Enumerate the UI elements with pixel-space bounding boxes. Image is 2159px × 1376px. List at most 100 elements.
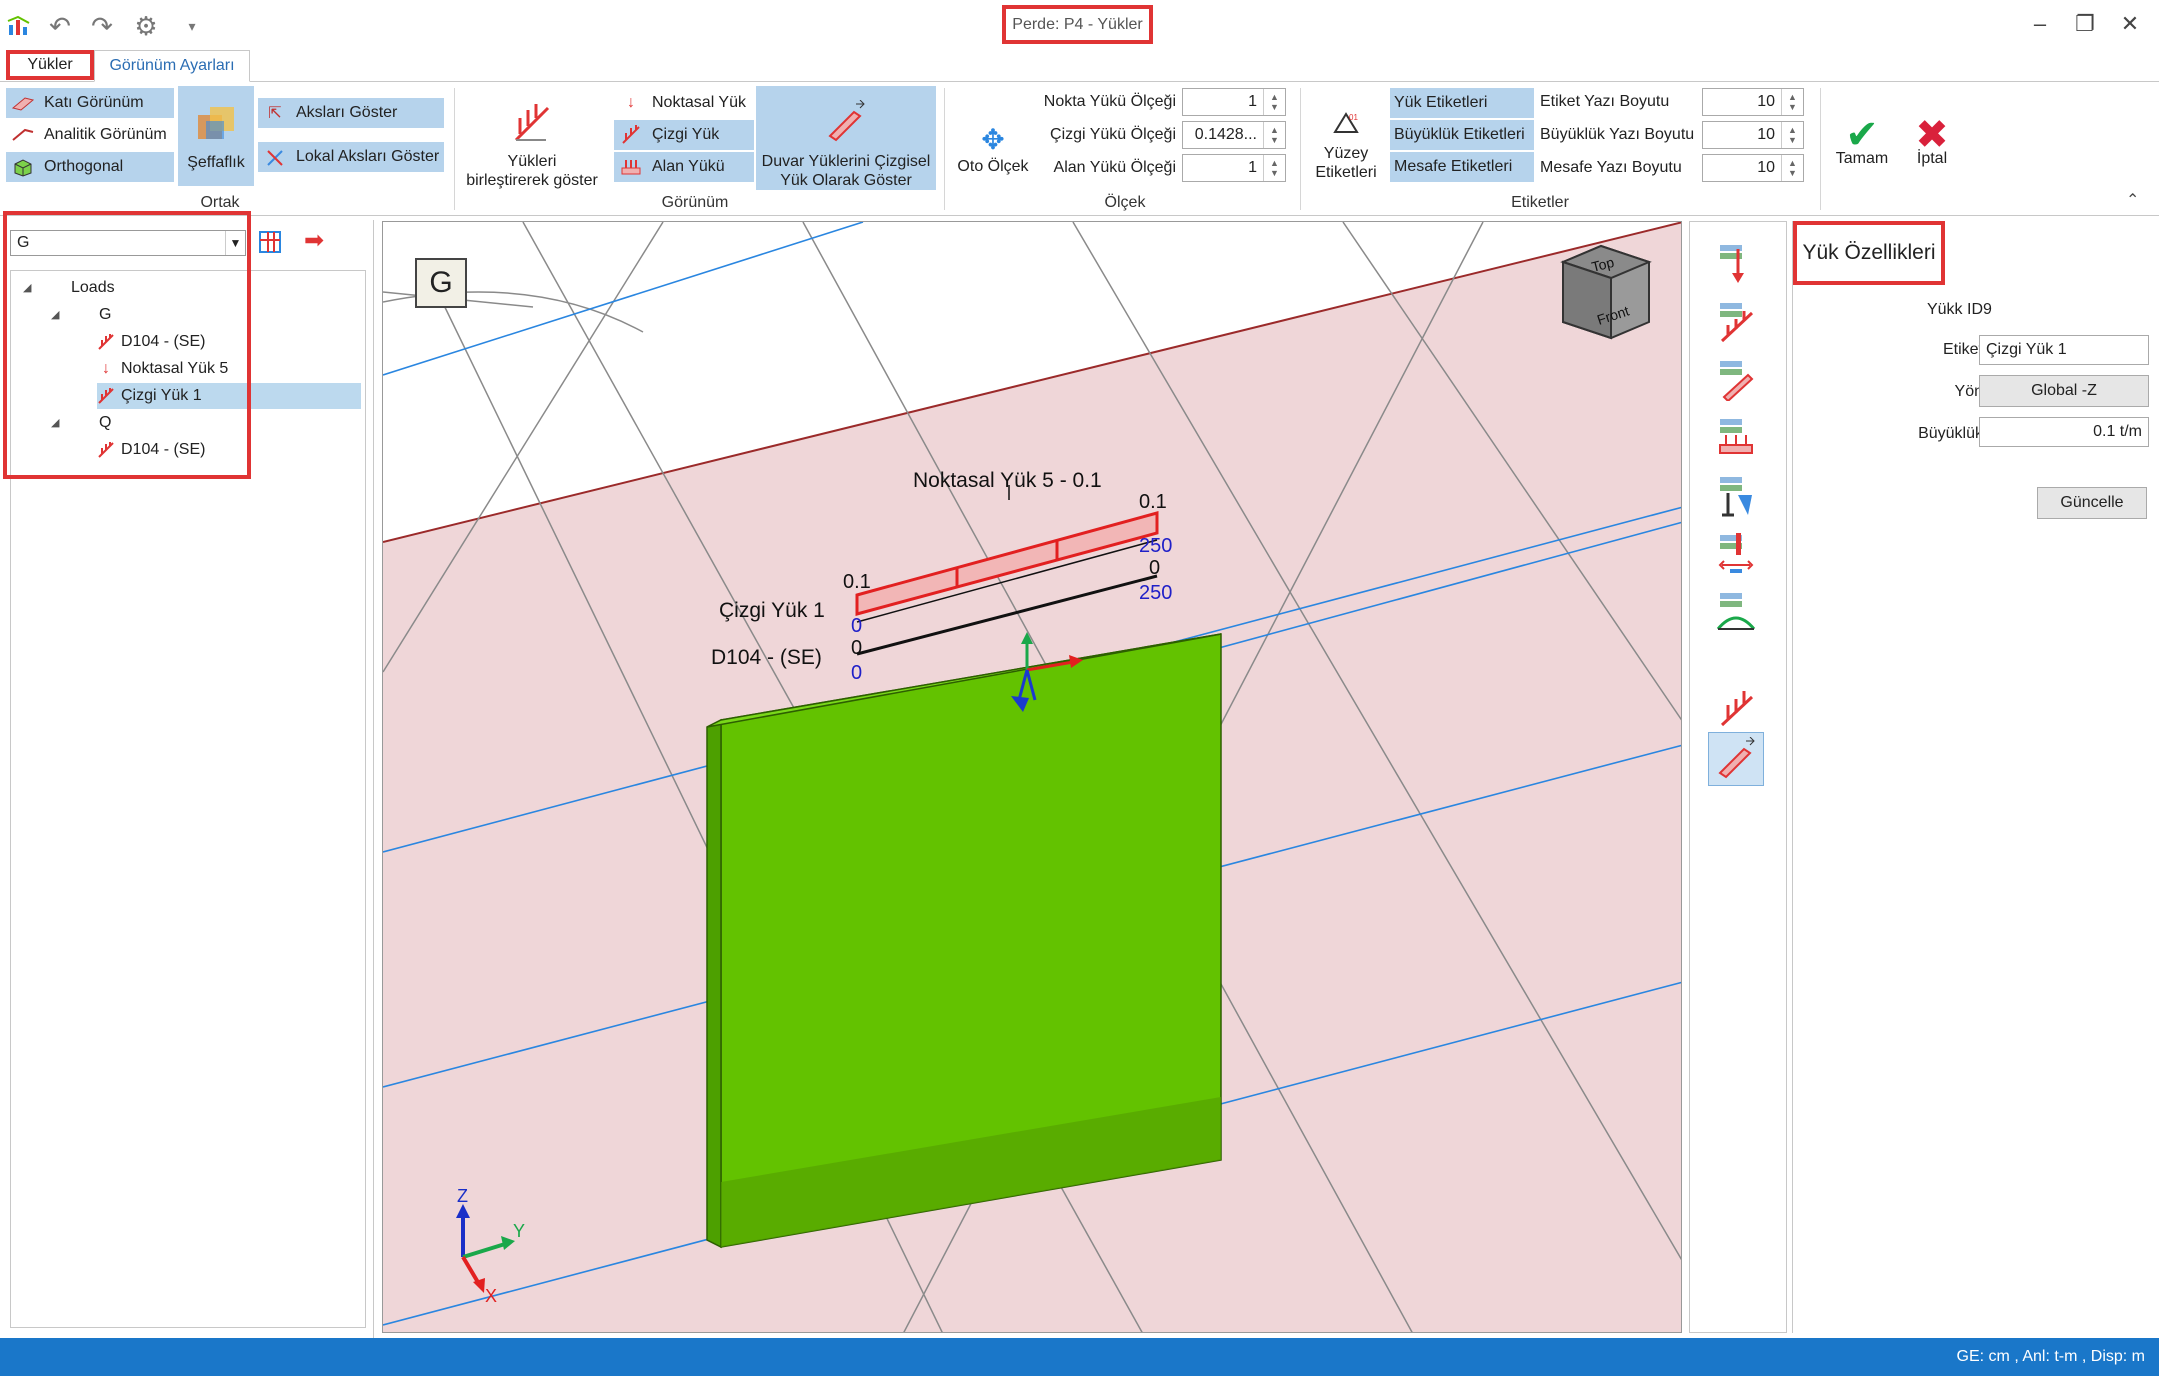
alan-olcek-value: 1 [1248, 159, 1257, 176]
orthogonal-button[interactable]: Orthogonal [6, 152, 174, 182]
seffaflik-button[interactable]: Şeffaflık [178, 86, 254, 186]
redo-icon[interactable]: ↷ [86, 10, 118, 42]
customize-dropdown-icon[interactable]: ▾ [176, 10, 208, 42]
axes-icon: ⇱ [268, 105, 282, 122]
duvar-line2: Yük Olarak Göster [780, 172, 912, 189]
group-label-etiketler: Etiketler [1511, 194, 1569, 211]
yuzey-etiketleri-button[interactable]: 01 Yüzey Etiketleri [1306, 96, 1386, 182]
local-axes-icon [262, 146, 288, 168]
cancel-x-icon: ✖ [1915, 113, 1949, 157]
tab-gorunum-ayarlari[interactable]: Görünüm Ayarları [94, 50, 250, 82]
app-chart-icon[interactable] [4, 10, 36, 42]
area-load-icon [618, 156, 644, 178]
nokta-olcek-value: 1 [1248, 93, 1257, 110]
akslari-goster-button[interactable]: ⇱ Aksları Göster [258, 98, 444, 128]
yuk-etiketleri-label: Yük Etiketleri [1394, 94, 1488, 111]
surface-labels-icon: 01 [1331, 110, 1361, 136]
dim-label: 250 [1139, 582, 1172, 604]
minimize-button[interactable]: – [2020, 8, 2060, 40]
add-moving-load-tool[interactable] [1708, 584, 1764, 638]
buyukluk-input[interactable]: 0.1 t/m [1979, 417, 2149, 447]
view-cube[interactable]: Top Front [1560, 244, 1652, 340]
mesafe-boyut-value: 10 [1757, 159, 1775, 176]
group-label-gorunum: Görünüm [661, 194, 729, 211]
mesafe-etiketleri-label: Mesafe Etiketleri [1394, 158, 1513, 175]
mesafe-boyut-input[interactable]: 10 ▲ ▼ [1702, 154, 1804, 182]
add-point-load-tool[interactable] [1708, 236, 1764, 290]
analytic-view-icon [10, 124, 36, 146]
show-wall-loads-tool[interactable] [1708, 732, 1764, 786]
yuzey-line1: Yüzey [1323, 145, 1369, 162]
noktasal-yuk-button[interactable]: ↓ Noktasal Yük [614, 88, 754, 118]
alan-olcek-label: Alan Yükü Ölçeği [1053, 159, 1176, 176]
kati-gorunum-button[interactable]: Katı Görünüm [6, 88, 174, 118]
collapse-ribbon-icon[interactable]: ⌃ [2126, 190, 2139, 210]
spin-arrows-icon[interactable]: ▲ ▼ [1263, 155, 1285, 181]
etiket-boyut-value: 10 [1757, 93, 1775, 110]
restore-button[interactable]: ❐ [2065, 8, 2105, 40]
cizgi-olcek-input[interactable]: 0.1428... ▲ ▼ [1182, 121, 1286, 149]
tab-yukler[interactable]: Yükler [6, 50, 94, 80]
wall-side-face [706, 718, 722, 1249]
solid-view-icon [10, 92, 36, 114]
nokta-olcek-input[interactable]: 1 ▲ ▼ [1182, 88, 1286, 116]
load-type-toolbar [1689, 221, 1787, 1333]
arrow-right-icon[interactable]: ➡ [304, 226, 324, 255]
iptal-button[interactable]: ✖ İptal [1900, 98, 1964, 168]
analitik-gorunum-button[interactable]: Analitik Görünüm [6, 120, 174, 150]
guncelle-button[interactable]: Güncelle [2037, 487, 2147, 519]
yuk-etiketleri-toggle[interactable]: Yük Etiketleri [1390, 88, 1534, 118]
add-wall-load-tool[interactable] [1708, 352, 1764, 406]
oto-olcek-button[interactable]: ✥ Oto Ölçek [952, 96, 1034, 176]
birlestir-line1: Yükleri [507, 153, 557, 170]
add-earth-pressure-tool[interactable] [1708, 468, 1764, 522]
add-area-load-tool[interactable] [1708, 410, 1764, 464]
d104-load-label: D104 - (SE) [711, 646, 822, 669]
show-line-loads-tool[interactable] [1708, 678, 1764, 732]
etiket-label: Etiket [1942, 341, 1983, 358]
tamam-button[interactable]: ✔ Tamam [1830, 98, 1894, 168]
etiket-input[interactable]: Çizgi Yük 1 [1979, 335, 2149, 365]
buyukluk-etiketleri-toggle[interactable]: Büyüklük Etiketleri [1390, 120, 1534, 150]
properties-panel: Yük Özellikleri Yükk ID 9 Etiket Çizgi Y… [1792, 221, 2159, 1333]
spin-arrows-icon[interactable]: ▲ ▼ [1263, 122, 1285, 148]
noktasal-label: Noktasal Yük [652, 94, 746, 111]
add-temperature-load-tool[interactable] [1708, 526, 1764, 580]
buyukluk-boyut-label: Büyüklük Yazı Boyutu [1540, 126, 1695, 143]
orthogonal-label: Orthogonal [44, 158, 124, 175]
spin-arrows-icon[interactable]: ▲ ▼ [1781, 89, 1803, 115]
wall-load-icon [824, 99, 868, 144]
tamam-label: Tamam [1835, 150, 1889, 167]
lokal-akslari-button[interactable]: Lokal Aksları Göster [258, 142, 444, 172]
mesafe-boyut-label: Mesafe Yazı Boyutu [1540, 159, 1682, 176]
spin-arrows-icon[interactable]: ▲ ▼ [1781, 122, 1803, 148]
dim-label: 0 [851, 615, 862, 637]
svg-text:01: 01 [1349, 113, 1358, 122]
yon-label: Yön [1954, 383, 1983, 400]
window-title: Perde: P4 - Yükler [1002, 5, 1153, 44]
yon-dropdown[interactable]: Global -Z [1979, 375, 2149, 407]
alan-yuku-button[interactable]: Alan Yükü [614, 152, 754, 182]
undo-icon[interactable]: ↶ [44, 10, 76, 42]
add-line-load-tool[interactable] [1708, 294, 1764, 348]
3d-viewport[interactable]: Noktasal Yük 5 - 0.1 0.1 250 0 250 0.1 Ç… [382, 221, 1682, 1333]
buyukluk-boyut-input[interactable]: 10 ▲ ▼ [1702, 121, 1804, 149]
point-load-icon: ↓ [627, 94, 635, 111]
spin-arrows-icon[interactable]: ▲ ▼ [1263, 89, 1285, 115]
mesafe-etiketleri-toggle[interactable]: Mesafe Etiketleri [1390, 152, 1534, 182]
alan-label: Alan Yükü [652, 158, 725, 175]
spin-arrows-icon[interactable]: ▲ ▼ [1781, 155, 1803, 181]
settings-gear-icon[interactable]: ⚙ [130, 10, 162, 42]
close-button[interactable]: ✕ [2110, 8, 2150, 40]
duvar-yukleri-button[interactable]: Duvar Yüklerini Çizgisel Yük Olarak Göst… [756, 86, 936, 190]
frame-view-icon[interactable] [256, 228, 284, 256]
ribbon: Katı Görünüm Analitik Görünüm Orthogonal… [0, 82, 2159, 216]
properties-title: Yük Özellikleri [1793, 221, 1945, 285]
etiket-boyut-input[interactable]: 10 ▲ ▼ [1702, 88, 1804, 116]
dim-label: 0 [851, 662, 862, 684]
cizgi-yuk-button[interactable]: Çizgi Yük [614, 120, 754, 150]
value-label: 0.1 [1139, 491, 1167, 513]
cizgi-olcek-value: 0.1428... [1194, 126, 1257, 143]
yukleri-birlestir-button[interactable]: Yükleri birleştirerek göster [462, 86, 602, 190]
alan-olcek-input[interactable]: 1 ▲ ▼ [1182, 154, 1286, 182]
